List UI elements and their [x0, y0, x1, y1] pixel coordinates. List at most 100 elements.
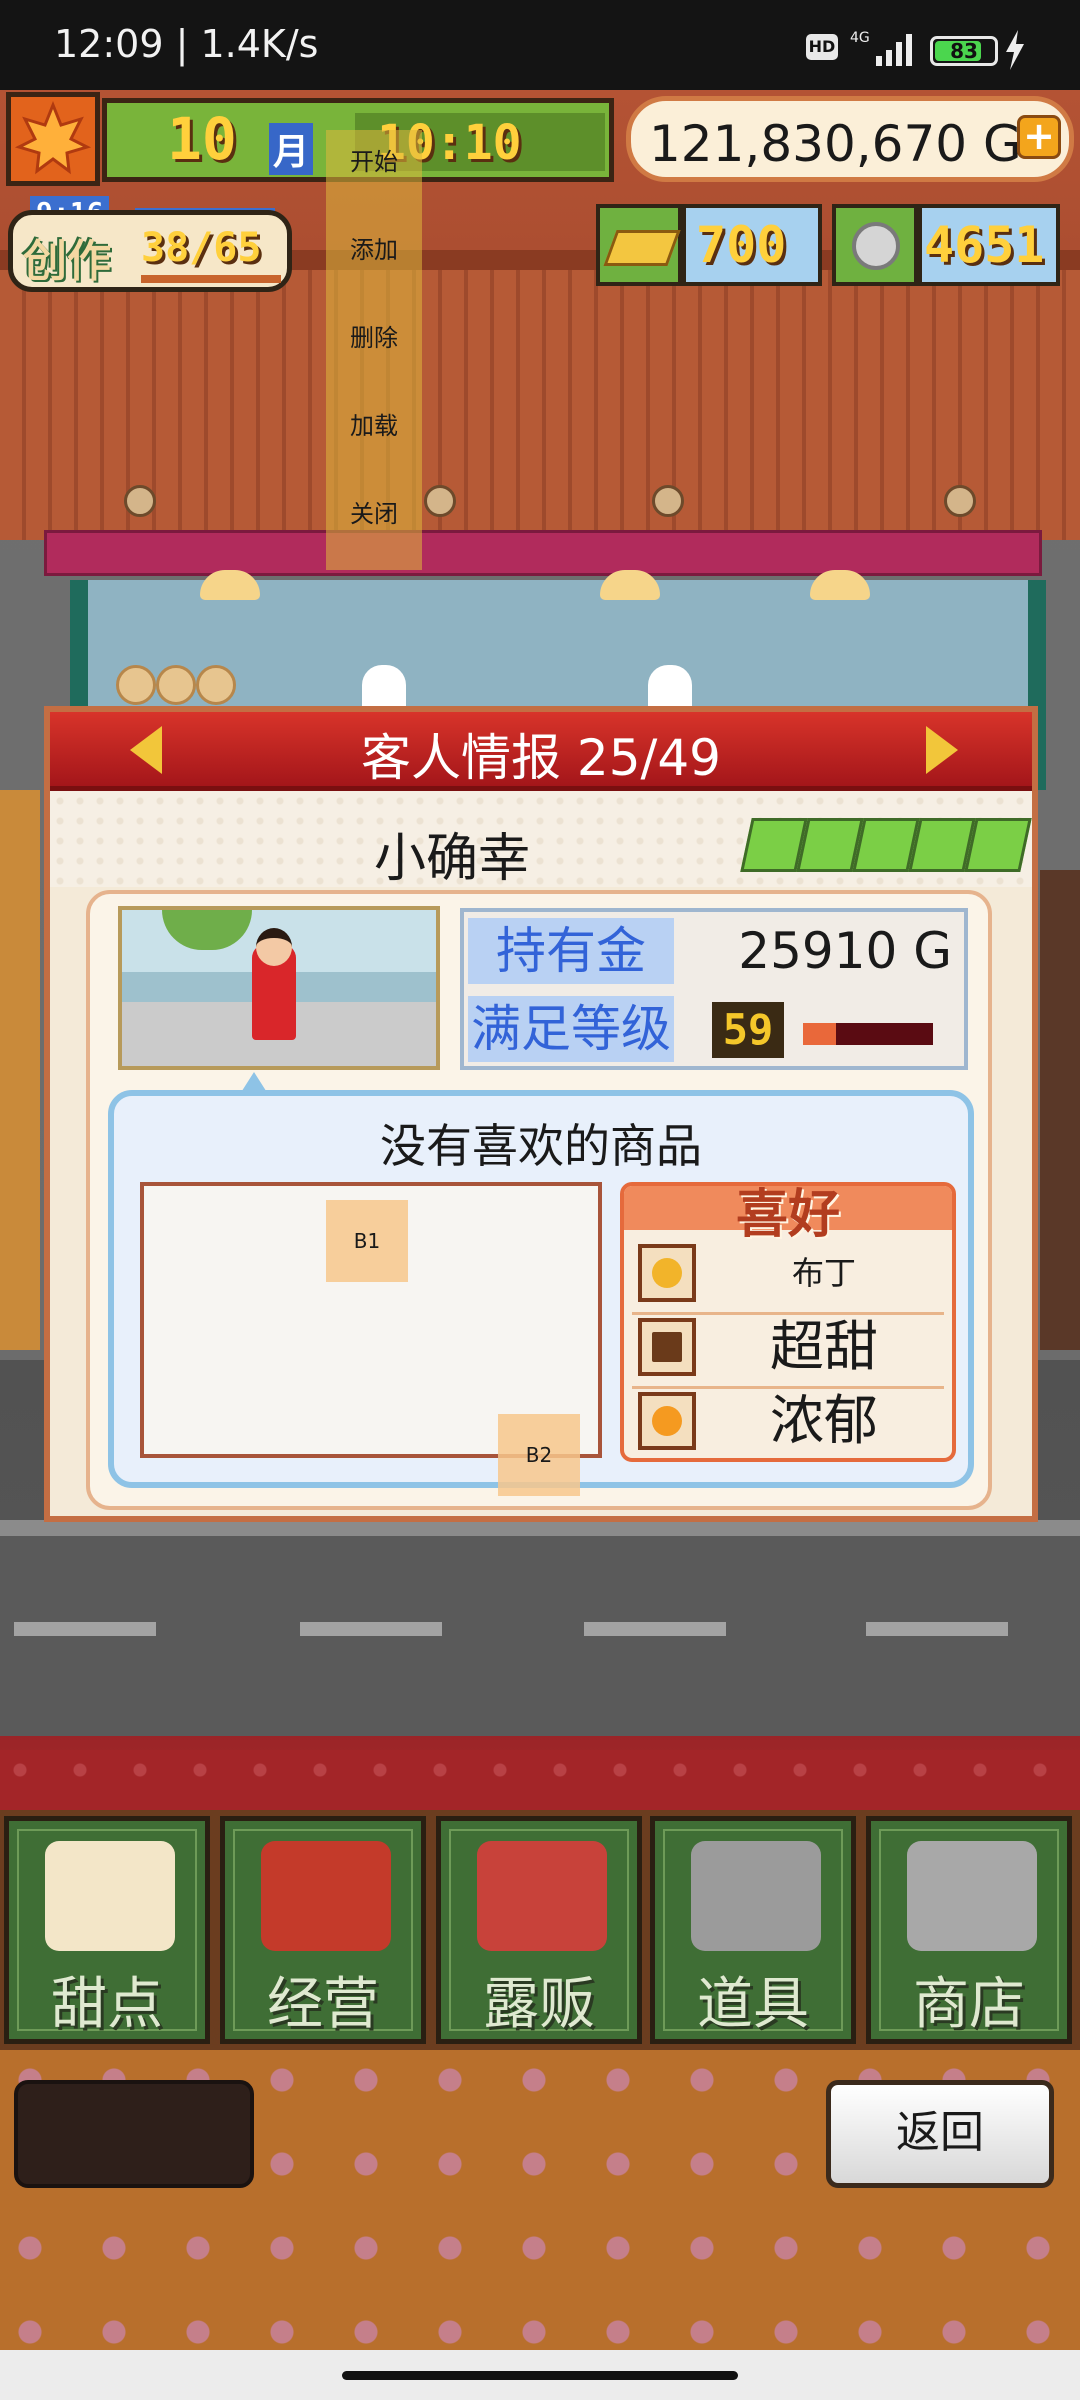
nav-food-truck-button[interactable]: 露贩: [436, 1816, 642, 2044]
menu-item-4[interactable]: 关闭: [326, 484, 422, 544]
home-indicator[interactable]: [342, 2371, 738, 2380]
road-dash: [300, 1622, 442, 1636]
battery-icon: 83: [930, 36, 998, 66]
shop-icon: [261, 1841, 391, 1951]
create-label: 创作: [23, 236, 111, 287]
rank-star-icon: [964, 818, 1032, 872]
preference-row: 超甜: [632, 1312, 944, 1389]
menu-item-3[interactable]: 加载: [326, 396, 422, 456]
panel-title: 客人情报 25/49: [361, 729, 721, 787]
cake-icon: [45, 1841, 175, 1951]
roof-bolt: [652, 485, 684, 517]
gold-count: 700: [696, 216, 787, 274]
preference-row: 布丁: [632, 1238, 944, 1315]
next-customer-arrow-icon[interactable]: [926, 726, 958, 774]
orange-drop-icon: [638, 1392, 696, 1450]
chocolate-icon: [638, 1318, 696, 1376]
roof-bolt: [124, 485, 156, 517]
maple-leaf-icon[interactable]: [6, 92, 100, 186]
pudding-icon-shape: [652, 1258, 682, 1288]
items-bag-icon: [691, 1841, 821, 1951]
customer-stats: 持有金 25910 G 满足等级 59: [460, 908, 968, 1070]
panel-header: 客人情报 25/49: [50, 712, 1032, 791]
shop-awning: [44, 530, 1042, 576]
held-money-label: 持有金: [468, 918, 674, 984]
held-money-value: 25910 G: [738, 922, 952, 980]
battery-level: 83: [950, 39, 978, 63]
coin-graphic: [852, 222, 900, 270]
customer-portrait: [118, 906, 440, 1070]
nav-items-bag-button[interactable]: 道具: [650, 1816, 856, 2044]
nav-label: 经营: [267, 1972, 379, 2037]
preference-row: 浓郁: [632, 1386, 944, 1458]
add-money-button[interactable]: +: [1017, 115, 1061, 159]
bread-display: [196, 665, 236, 705]
marker-b2[interactable]: B2: [498, 1414, 580, 1496]
food-truck-icon: [477, 1841, 607, 1951]
customer-head: [256, 928, 292, 966]
maple-leaf-graphic: [14, 100, 92, 175]
preference-label: 超甜: [770, 1315, 878, 1378]
customer-rank: [734, 810, 1032, 872]
customer-info-panel: 客人情报 25/49 小确幸 持有金 25910 G 满足等级 59 没有喜欢的…: [44, 706, 1038, 1522]
nav-label: 商店: [913, 1972, 1025, 2037]
gold-counter: 700: [682, 204, 822, 286]
gold-ingot-graphic: [603, 230, 681, 266]
silver-counter: 4651: [918, 204, 1060, 286]
preferences-box: 喜好 布丁超甜浓郁: [620, 1182, 956, 1462]
create-counter[interactable]: 创作 38/65: [8, 210, 292, 292]
favorite-products-message: 没有喜欢的商品: [380, 1119, 702, 1173]
carpet: [0, 1750, 1080, 1810]
chocolate-icon-shape: [652, 1332, 682, 1362]
nav-cake-button[interactable]: 甜点: [4, 1816, 210, 2044]
wall-right: [1040, 870, 1080, 1350]
overlay-menu: 开始添加删除加载关闭: [326, 130, 422, 570]
menu-item-2[interactable]: 删除: [326, 308, 422, 368]
orange-drop-icon-shape: [652, 1406, 682, 1436]
satisfaction-bar-fill: [803, 1023, 836, 1045]
silver-coin-icon: [832, 204, 918, 286]
road-dash: [584, 1622, 726, 1636]
pudding-icon: [638, 1244, 696, 1302]
roof-bolt: [944, 485, 976, 517]
nav-label: 道具: [697, 1972, 809, 2037]
month-number: 10: [167, 105, 237, 173]
menu-item-1[interactable]: 添加: [326, 220, 422, 280]
marker-b1[interactable]: B1: [326, 1200, 408, 1282]
tree-left: [0, 790, 40, 1350]
preference-label: 布丁: [791, 1254, 856, 1292]
empty-slot: [14, 2080, 254, 2188]
nav-label: 甜点: [51, 1972, 163, 2037]
signal-icon: 4G: [850, 30, 912, 66]
customer-name: 小确幸: [374, 829, 531, 889]
create-count: 38/65: [141, 225, 262, 271]
shopping-cart-icon: [907, 1841, 1037, 1951]
preference-label: 浓郁: [770, 1389, 878, 1452]
roof-bolt: [424, 485, 456, 517]
menu-item-0[interactable]: 开始: [326, 132, 422, 192]
status-time: 12:09 | 1.4K/s: [54, 22, 319, 66]
gold-bar-icon: [596, 204, 682, 286]
nav-label: 露贩: [483, 1972, 595, 2037]
create-progress-bar: [141, 275, 281, 283]
charging-bolt-icon: [1006, 30, 1024, 70]
bread-display: [156, 665, 196, 705]
network-type-text: 4G: [850, 30, 870, 46]
money-display: 121,830,670 G +: [626, 96, 1074, 182]
month-unit: 月: [269, 123, 314, 175]
preferences-header: 喜好: [624, 1186, 952, 1245]
road-dash: [866, 1622, 1008, 1636]
silver-count: 4651: [924, 216, 1045, 274]
satisfaction-level: 59: [712, 1002, 784, 1058]
satisfaction-bar: [800, 1020, 936, 1048]
satisfaction-label: 满足等级: [468, 996, 674, 1062]
money-amount: 121,830,670 G: [649, 115, 1022, 173]
road-dash: [14, 1622, 156, 1636]
hd-icon: HD: [806, 34, 838, 60]
nav-shop-button[interactable]: 经营: [220, 1816, 426, 2044]
nav-shopping-cart-button[interactable]: 商店: [866, 1816, 1072, 2044]
bread-display: [116, 665, 156, 705]
back-button[interactable]: 返回: [826, 2080, 1054, 2188]
status-bar: 12:09 | 1.4K/s HD 4G 83: [0, 0, 1080, 90]
shop-roof: [0, 270, 1080, 540]
